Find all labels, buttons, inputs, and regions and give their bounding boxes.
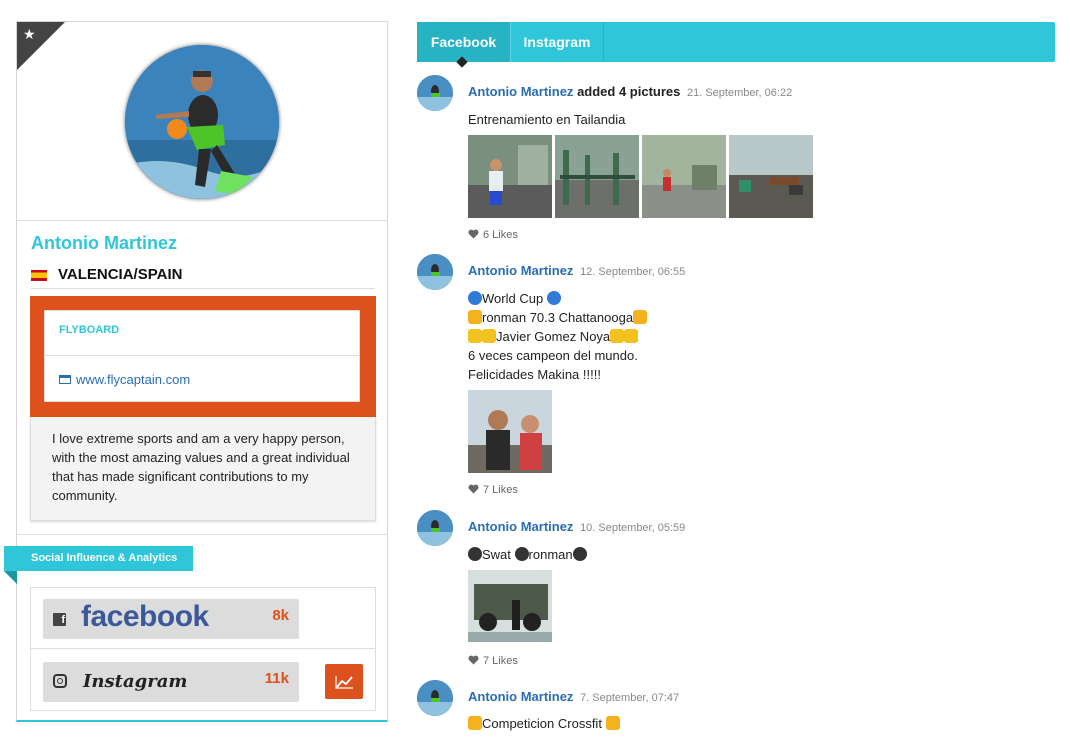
feed-post: Antonio Martinez added 4 pictures 21. Se… (417, 75, 1037, 245)
sport-info-card: FLYBOARD www.flycaptain.com (44, 310, 360, 402)
post-author[interactable]: Antonio Martinez (468, 519, 573, 534)
post-line: ronman 70.3 Chattanooga (482, 310, 634, 325)
victory-hand-emoji-icon (624, 329, 639, 343)
analytics-chart-button[interactable] (325, 664, 363, 699)
divider (45, 355, 359, 356)
post-line: ronman (528, 547, 573, 562)
post-date: 7. September, 07:47 (580, 692, 680, 704)
divider (31, 648, 375, 649)
post-avatar[interactable] (417, 510, 453, 546)
spain-flag-icon (31, 270, 47, 281)
instagram-icon (53, 674, 67, 688)
post-picture[interactable] (729, 135, 813, 218)
divider (17, 220, 387, 221)
post-text: Swat ronman (468, 545, 587, 564)
post-text: Competicion Crossfit (468, 714, 620, 733)
post-text: World Cup ronman 70.3 Chattanooga Javier… (468, 289, 648, 384)
post-header: Antonio Martinez 12. September, 06:55 (468, 263, 685, 278)
post-line: 6 veces campeon del mundo. (468, 348, 638, 363)
likes-row[interactable]: 7 Likes (468, 484, 518, 496)
bio-panel: I love extreme sports and am a very happ… (30, 417, 376, 521)
profile-card: ★ Antonio Martinez VALENCIA/SPAIN FLYBOA… (4, 21, 388, 722)
post-header: Antonio Martinez 7. September, 07:47 (468, 689, 679, 704)
globe-emoji-icon (546, 291, 561, 305)
post-action: added 4 pictures (577, 84, 681, 99)
facebook-logo-text: facebook (81, 600, 209, 633)
website-icon (59, 375, 71, 384)
post-avatar[interactable] (417, 75, 453, 111)
post-header: Antonio Martinez 10. September, 05:59 (468, 519, 685, 534)
tab-facebook[interactable]: Facebook (417, 22, 510, 62)
sport-label: FLYBOARD (59, 324, 120, 336)
likes-count: 7 Likes (483, 484, 518, 496)
post-header: Antonio Martinez added 4 pictures 21. Se… (468, 84, 792, 99)
likes-count: 7 Likes (483, 655, 518, 667)
facebook-stat-bar[interactable]: f facebook 8k (43, 599, 299, 639)
heart-icon (468, 484, 479, 494)
flexed-biceps-emoji-icon (633, 310, 648, 324)
heart-icon (468, 655, 479, 665)
post-line: Javier Gomez Noya (496, 329, 611, 344)
bomb-emoji-icon (468, 547, 482, 561)
tab-instagram[interactable]: Instagram (511, 22, 604, 62)
sign-of-horns-emoji-icon (605, 716, 620, 730)
likes-row[interactable]: 7 Likes (468, 655, 518, 667)
post-avatar[interactable] (417, 254, 453, 290)
victory-hand-emoji-icon (610, 329, 625, 343)
likes-row[interactable]: 6 Likes (468, 229, 518, 241)
chart-icon (335, 676, 353, 689)
heart-icon (468, 229, 479, 239)
star-icon[interactable]: ★ (23, 26, 36, 42)
divider (17, 534, 387, 535)
globe-emoji-icon (468, 291, 482, 305)
instagram-logo-text: Instagram (83, 671, 188, 692)
post-date: 21. September, 06:22 (687, 87, 793, 99)
facebook-count: 8k (272, 607, 289, 624)
post-picture[interactable] (555, 135, 639, 218)
post-line: Competicion Crossfit (482, 716, 602, 731)
ribbon-fold (4, 571, 17, 584)
post-picture[interactable] (468, 570, 552, 642)
post-author[interactable]: Antonio Martinez (468, 689, 573, 704)
feed-post: Antonio Martinez 10. September, 05:59 Sw… (417, 510, 1037, 675)
profile-avatar (125, 45, 279, 199)
bomb-emoji-icon (572, 547, 587, 561)
post-picture[interactable] (642, 135, 726, 218)
location-row: VALENCIA/SPAIN (31, 266, 375, 289)
instagram-stat-bar[interactable]: Instagram 11k (43, 662, 299, 702)
post-avatar[interactable] (417, 680, 453, 716)
social-analytics-box: f facebook 8k Instagram 11k (30, 587, 376, 711)
post-date: 10. September, 05:59 (580, 522, 686, 534)
post-picture[interactable] (468, 390, 552, 473)
post-date: 12. September, 06:55 (580, 266, 686, 278)
flexed-biceps-emoji-icon (468, 310, 482, 324)
facebook-square-icon: f (53, 613, 66, 626)
location-text: VALENCIA/SPAIN (58, 266, 183, 283)
victory-hand-emoji-icon (482, 329, 496, 343)
network-tabs: Facebook Instagram (417, 22, 1055, 62)
victory-hand-emoji-icon (468, 329, 482, 343)
website-link[interactable]: www.flycaptain.com (59, 372, 190, 387)
website-text[interactable]: www.flycaptain.com (76, 372, 190, 387)
post-picture[interactable] (468, 135, 552, 218)
sign-of-horns-emoji-icon (468, 716, 482, 730)
post-line: Swat (482, 547, 511, 562)
analytics-ribbon: Social Influence & Analytics (4, 546, 193, 571)
post-text: Entrenamiento en Tailandia (468, 112, 626, 127)
feed-post: Antonio Martinez 12. September, 06:55 Wo… (417, 254, 1037, 504)
bio-text: I love extreme sports and am a very happ… (52, 431, 350, 503)
post-author[interactable]: Antonio Martinez (468, 263, 573, 278)
sport-panel: FLYBOARD www.flycaptain.com (30, 296, 376, 417)
profile-name[interactable]: Antonio Martinez (31, 233, 177, 254)
post-author[interactable]: Antonio Martinez (468, 84, 573, 99)
likes-count: 6 Likes (483, 229, 518, 241)
post-line: Felicidades Makina !!!!! (468, 367, 601, 382)
bomb-emoji-icon (514, 547, 529, 561)
feed-post: Antonio Martinez 7. September, 07:47 Com… (417, 680, 1037, 740)
post-line: World Cup (482, 291, 544, 306)
instagram-count: 11k (264, 670, 289, 687)
